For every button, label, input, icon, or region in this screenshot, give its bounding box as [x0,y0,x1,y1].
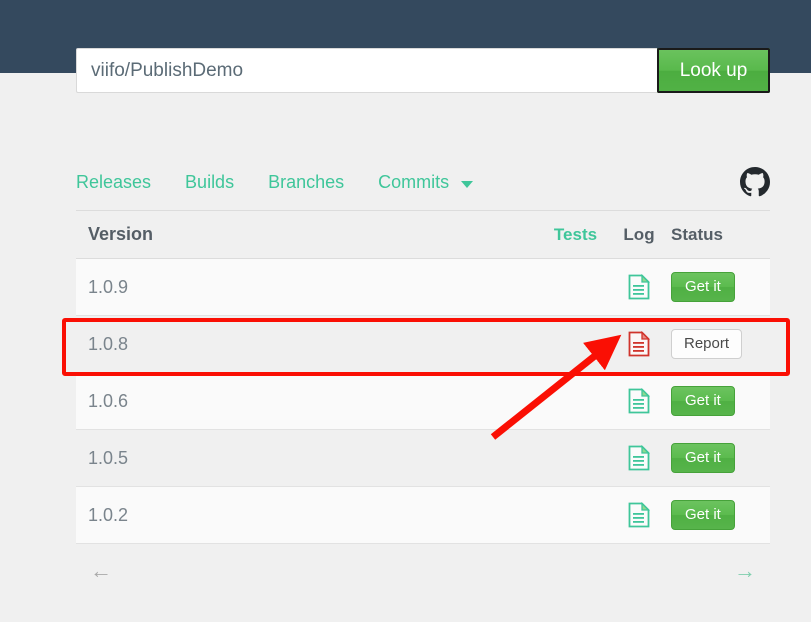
table-header-row: Version Tests Log Status [76,211,770,259]
document-green-icon[interactable] [628,501,651,528]
tab-commits[interactable]: Commits [378,172,449,193]
column-header-status[interactable]: Status [665,225,770,245]
lookup-button[interactable]: Look up [657,48,770,93]
next-page-arrow-icon[interactable]: → [734,560,756,582]
cell-status: Get it [665,499,770,531]
repository-search-input[interactable] [76,48,657,93]
tab-builds[interactable]: Builds [185,172,234,193]
column-header-version: Version [88,224,154,244]
releases-table: Version Tests Log Status 1.0.9 Get it 1.… [76,210,770,544]
get-it-button[interactable]: Get it [671,385,735,417]
report-button[interactable]: Report [671,328,743,360]
table-row[interactable]: 1.0.5 Get it [76,430,770,487]
main-content: Releases Builds Branches Commits Version… [76,155,770,598]
table-row[interactable]: 1.0.8 Report [76,316,770,373]
table-row[interactable]: 1.0.9 Get it [76,259,770,316]
search-bar: Look up [76,48,770,93]
chevron-down-icon[interactable] [461,181,474,188]
github-icon[interactable] [740,167,770,197]
cell-version: 1.0.5 [88,447,129,468]
cell-log [613,273,665,300]
pagination: ← → [76,544,770,598]
cell-version: 1.0.2 [88,504,129,525]
tab-releases[interactable]: Releases [76,172,151,193]
cell-status: Get it [665,385,770,417]
cell-log [613,444,665,471]
cell-log [613,330,665,357]
tab-branches[interactable]: Branches [268,172,344,193]
cell-status: Get it [665,442,770,474]
cell-status: Report [665,328,770,360]
column-header-log[interactable]: Log [613,225,665,245]
cell-log [613,387,665,414]
get-it-button[interactable]: Get it [671,442,735,474]
cell-version: 1.0.8 [88,333,129,354]
table-row[interactable]: 1.0.2 Get it [76,487,770,544]
table-row[interactable]: 1.0.6 Get it [76,373,770,430]
column-header-tests[interactable]: Tests [538,225,613,245]
document-red-icon[interactable] [628,330,651,357]
cell-status: Get it [665,271,770,303]
cell-log [613,501,665,528]
previous-page-arrow-icon[interactable]: ← [90,560,112,582]
get-it-button[interactable]: Get it [671,271,735,303]
get-it-button[interactable]: Get it [671,499,735,531]
document-green-icon[interactable] [628,444,651,471]
cell-version: 1.0.9 [88,276,129,297]
document-green-icon[interactable] [628,273,651,300]
document-green-icon[interactable] [628,387,651,414]
nav-tabs: Releases Builds Branches Commits [76,155,770,210]
cell-version: 1.0.6 [88,390,129,411]
